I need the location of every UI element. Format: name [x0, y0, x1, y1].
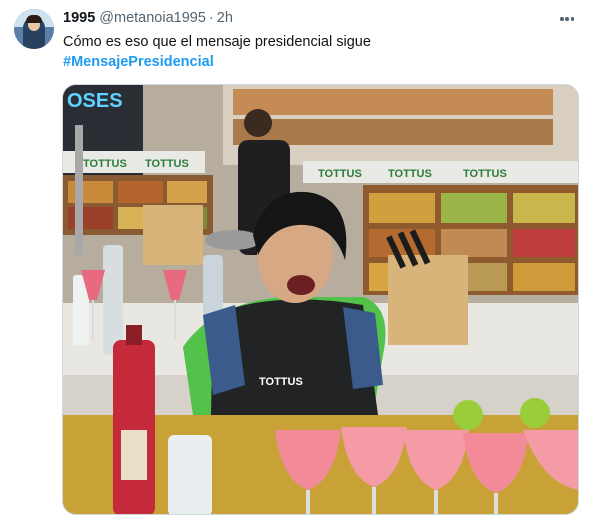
upper-shelf — [233, 89, 553, 115]
lime-slice — [453, 400, 483, 430]
faucet — [75, 125, 83, 255]
apron-logo-text: TOTTUS — [259, 376, 303, 388]
kitchen-scene: OSES TOTTUS TOTTUS TOTTUS TOTTUS TOTTUS — [63, 85, 578, 514]
banner-text: TOTTUS — [463, 168, 507, 180]
knife-block — [143, 205, 203, 265]
tweet-timestamp[interactable]: 2h — [217, 10, 233, 26]
author-name[interactable]: 1995 — [63, 10, 95, 26]
neon-sign-text: OSES — [67, 90, 123, 112]
banner-text: TOTTUS — [318, 168, 362, 180]
tweet-media-image[interactable]: OSES TOTTUS TOTTUS TOTTUS TOTTUS TOTTUS — [62, 84, 579, 515]
more-dot — [565, 17, 569, 21]
avatar-hair — [26, 15, 42, 23]
bottle — [103, 245, 123, 355]
hashtag-link[interactable]: #MensajePresidencial — [63, 52, 214, 72]
tweet-header: 1995 @metanoia1995 · 2h — [63, 10, 233, 28]
jar — [168, 435, 212, 514]
more-dot — [560, 17, 564, 21]
steel-bowl — [205, 230, 261, 250]
more-dot — [570, 17, 574, 21]
lime-slice — [520, 398, 550, 428]
banner-text: TOTTUS — [145, 158, 189, 170]
person-mouth — [287, 275, 315, 295]
knife-block — [388, 255, 468, 345]
header-separator: · — [208, 10, 214, 26]
banner-text: TOTTUS — [388, 168, 432, 180]
banner-text: TOTTUS — [83, 158, 127, 170]
author-avatar[interactable] — [14, 9, 54, 49]
author-handle[interactable]: @metanoia1995 — [99, 10, 206, 26]
tweet-text: Cómo es eso que el mensaje presidencial … — [63, 34, 371, 50]
red-bottle — [113, 340, 155, 514]
more-horizontal-icon[interactable] — [560, 10, 574, 28]
